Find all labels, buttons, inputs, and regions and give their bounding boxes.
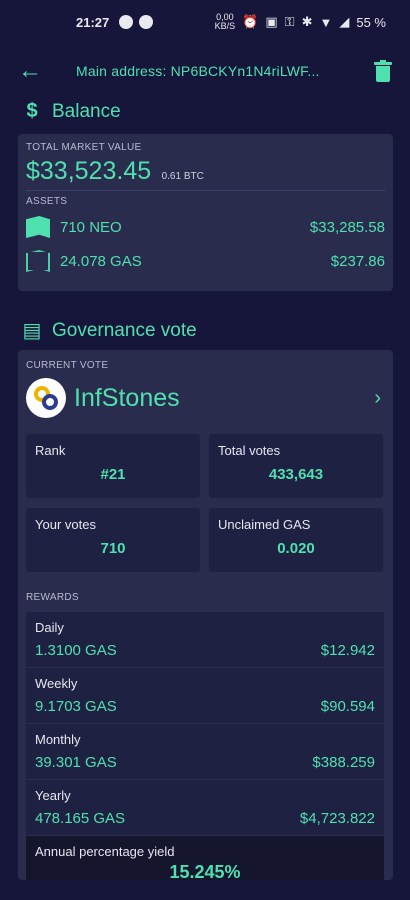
reward-row-monthly: Monthly 39.301 GAS $388.259 xyxy=(26,724,384,779)
apy-label: Annual percentage yield xyxy=(35,844,175,859)
assets-label: ASSETS xyxy=(26,196,68,207)
reward-row-yearly: Yearly 478.165 GAS $4,723.822 xyxy=(26,780,384,835)
data-rate: 0,00 KB/S xyxy=(214,12,236,31)
neo-icon xyxy=(26,216,50,238)
stat-total-votes: Total votes 433,643 xyxy=(209,434,383,498)
asset-row-neo[interactable]: 710 NEO $33,285.58 xyxy=(26,214,385,240)
total-btc-value: 0.61 BTC xyxy=(161,171,204,182)
current-vote-row[interactable]: InfStones › xyxy=(26,378,385,418)
apy-box: Annual percentage yield 15.245% xyxy=(26,836,384,882)
signal-icon: ◢ xyxy=(339,14,350,29)
app-bar: ← Main address: NP6BCKYn1N4riLWF... xyxy=(0,54,410,88)
total-market-value-label: TOTAL MARKET VALUE xyxy=(26,142,142,153)
governance-card: CURRENT VOTE InfStones › Rank #21 Total … xyxy=(18,350,393,882)
current-vote-label: CURRENT VOTE xyxy=(26,360,109,371)
asset-value: $33,285.58 xyxy=(309,218,385,236)
bluetooth-icon: ✱ xyxy=(301,14,313,29)
asset-value: $237.86 xyxy=(330,252,385,270)
reward-row-weekly: Weekly 9.1703 GAS $90.594 xyxy=(26,668,384,723)
asset-amount: 710 NEO xyxy=(60,218,122,236)
stat-rank: Rank #21 xyxy=(26,434,200,498)
page-title: Main address: NP6BCKYn1N4riLWF... xyxy=(76,63,320,79)
wifi-icon: ▼ xyxy=(319,14,333,30)
battery-level: 55 % xyxy=(356,14,386,30)
total-market-value: $33,523.45 xyxy=(26,157,152,185)
alarm-icon: ⏰ xyxy=(242,14,259,29)
stat-unclaimed-gas: Unclaimed GAS 0.020 xyxy=(209,508,383,572)
nfc-icon: ▣ xyxy=(265,14,278,29)
status-bar: 21:27 0,00 KB/S ⏰ ▣ ⚿ ✱ ▼ ◢ 55 % xyxy=(0,0,410,44)
stat-your-votes: Your votes 710 xyxy=(26,508,200,572)
back-arrow-icon[interactable]: ← xyxy=(18,57,44,85)
rewards-label: REWARDS xyxy=(26,592,79,603)
delete-icon[interactable] xyxy=(374,60,392,82)
app-notification-icon xyxy=(139,15,154,29)
divider xyxy=(26,190,385,191)
ballot-icon: ▤ xyxy=(22,320,42,342)
candidate-logo xyxy=(26,378,66,418)
key-icon: ⚿ xyxy=(284,14,295,29)
balance-heading: $ Balance xyxy=(20,100,120,123)
reward-row-daily: Daily 1.3100 GAS $12.942 xyxy=(26,612,384,667)
apy-value: 15.245% xyxy=(169,862,241,882)
asset-row-gas[interactable]: 24.078 GAS $237.86 xyxy=(26,248,385,274)
balance-card: TOTAL MARKET VALUE $33,523.45 0.61 BTC A… xyxy=(18,134,393,291)
dollar-icon: $ xyxy=(26,100,38,122)
governance-heading: ▤ Governance vote xyxy=(20,318,197,343)
candidate-name: InfStones xyxy=(74,383,180,412)
gas-icon xyxy=(26,250,50,272)
chevron-right-icon: › xyxy=(374,386,381,409)
notification-icon xyxy=(119,15,134,29)
asset-amount: 24.078 GAS xyxy=(60,252,142,270)
status-time: 21:27 xyxy=(76,14,110,30)
